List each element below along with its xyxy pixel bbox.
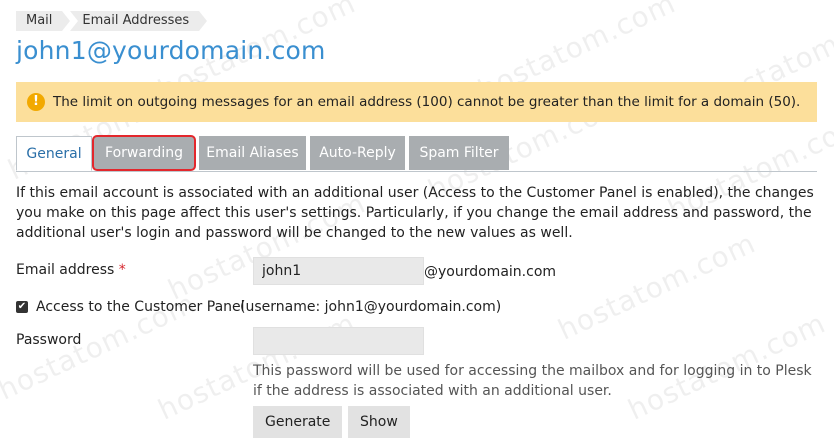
warning-text: The limit on outgoing messages for an em… xyxy=(53,94,801,110)
required-marker: * xyxy=(118,262,126,278)
access-username-text: (username: john1@yourdomain.com) xyxy=(240,299,502,315)
tab-email-aliases[interactable]: Email Aliases xyxy=(199,136,306,170)
show-button[interactable]: Show xyxy=(348,406,410,438)
exclamation-icon: ! xyxy=(27,93,45,111)
email-address-input[interactable] xyxy=(253,257,424,285)
page-title: john1@yourdomain.com xyxy=(16,36,326,65)
breadcrumb-item-email-addresses[interactable]: Email Addresses xyxy=(70,11,207,31)
breadcrumb-item-mail[interactable]: Mail xyxy=(16,11,71,31)
email-domain-suffix: @yourdomain.com xyxy=(424,264,557,280)
password-help-text: This password will be used for accessing… xyxy=(253,363,812,399)
tab-auto-reply[interactable]: Auto-Reply xyxy=(310,136,405,170)
access-customer-panel-checkbox[interactable]: ✔ xyxy=(16,301,28,313)
email-address-label: Email address * xyxy=(16,262,126,278)
tab-forwarding[interactable]: Forwarding xyxy=(92,135,196,171)
watermark: hostatom.com xyxy=(553,226,761,347)
tab-spam-filter[interactable]: Spam Filter xyxy=(409,136,509,170)
tab-bar: General Forwarding Email Aliases Auto-Re… xyxy=(16,135,817,172)
access-customer-panel-label: Access to the Customer Panel xyxy=(36,299,245,315)
info-text: If this email account is associated with… xyxy=(16,185,814,241)
generate-button[interactable]: Generate xyxy=(253,406,343,438)
tab-general[interactable]: General xyxy=(16,136,92,171)
breadcrumb: Mail Email Addresses xyxy=(16,11,207,31)
password-label: Password xyxy=(16,332,82,348)
password-field[interactable] xyxy=(253,327,424,355)
email-address-label-text: Email address xyxy=(16,262,115,278)
warning-message: ! The limit on outgoing messages for an … xyxy=(16,82,817,122)
